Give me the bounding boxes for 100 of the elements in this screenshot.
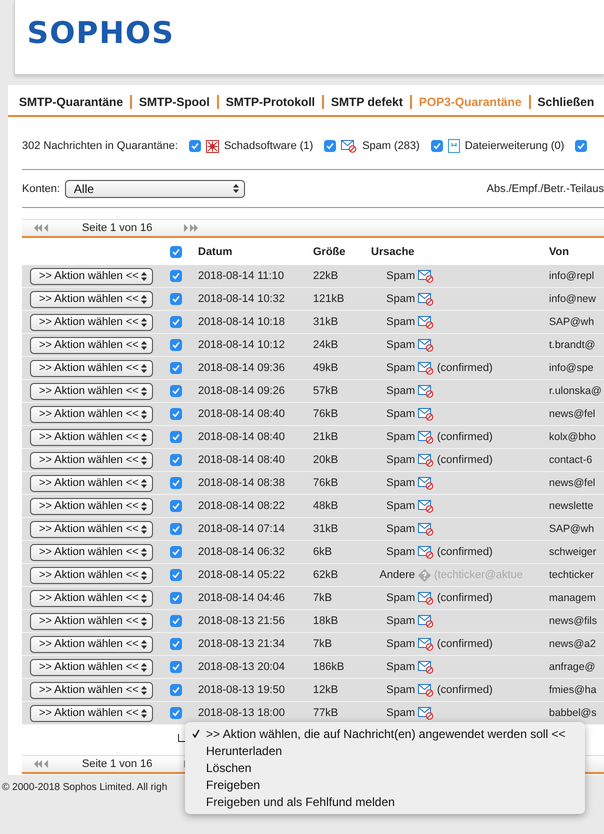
envelope-blocked-icon: [418, 384, 434, 398]
select-all-checkbox[interactable]: [170, 246, 182, 258]
row-checkbox[interactable]: [170, 638, 182, 650]
action-select[interactable]: >> Aktion wählen <<: [30, 636, 153, 652]
message-row[interactable]: >> Aktion wählen << 2018-08-14 10:32 121kB Spam info@new: [22, 288, 604, 311]
up-down-arrows-icon: [141, 594, 147, 602]
row-checkbox[interactable]: [170, 293, 182, 305]
up-down-arrows-icon: [141, 386, 147, 396]
message-row[interactable]: >> Aktion wählen << 2018-08-13 18:00 77kB Spam babbel@s: [22, 702, 604, 725]
action-select[interactable]: >> Aktion wählen <<: [30, 658, 153, 676]
filter-checkbox[interactable]: [324, 140, 336, 152]
sender-cell-text: news@fel: [549, 408, 596, 420]
message-row[interactable]: >> Aktion wählen << 2018-08-14 08:40 76kB Spam news@fel: [22, 403, 604, 426]
up-down-arrows-icon: [141, 318, 147, 326]
row-checkbox[interactable]: [170, 615, 182, 627]
menu-item[interactable]: Herunterladen: [185, 742, 585, 759]
reason-label: Spam: [385, 362, 415, 374]
row-checkbox[interactable]: [170, 385, 182, 397]
reason-label: Spam: [385, 339, 415, 351]
message-row[interactable]: >> Aktion wählen << 2018-08-14 08:40 20kB Spam (confirmed) contact-6: [22, 449, 604, 472]
action-select[interactable]: >> Aktion wählen <<: [30, 268, 153, 284]
message-row[interactable]: >> Aktion wählen << 2018-08-14 09:36 49kB Spam (confirmed) info@spe: [22, 357, 604, 380]
date-cell-text: 2018-08-14 04:46: [198, 592, 286, 604]
size-cell-text: 76kB: [313, 477, 340, 489]
action-select[interactable]: >> Aktion wählen <<: [30, 590, 153, 606]
menu-item[interactable]: >> Aktion wählen, die auf Nachricht(en) angewendet werden soll <<: [185, 725, 585, 742]
reason-label: Spam: [385, 523, 415, 535]
sender-cell-text: babbel@s: [549, 707, 598, 719]
date-cell-text: 2018-08-14 08:38: [198, 477, 286, 489]
message-row[interactable]: >> Aktion wählen << 2018-08-14 08:38 76kB Spam news@fel: [22, 472, 604, 495]
filter-checkbox[interactable]: [575, 140, 588, 152]
action-select[interactable]: >> Aktion wählen <<: [30, 682, 153, 698]
action-select[interactable]: >> Aktion wählen <<: [30, 428, 153, 446]
action-select[interactable]: >> Aktion wählen <<: [30, 290, 153, 308]
message-row[interactable]: >> Aktion wählen << 2018-08-13 20:04 186kB Spam anfrage@: [22, 656, 604, 679]
action-select[interactable]: >> Aktion wählen <<: [30, 498, 153, 514]
row-checkbox[interactable]: [170, 339, 182, 351]
message-row[interactable]: >> Aktion wählen << 2018-08-14 10:18 31kB Spam SAP@wh: [22, 311, 604, 334]
row-checkbox[interactable]: [170, 500, 182, 512]
size-cell-text: 57kB: [313, 385, 340, 397]
message-row[interactable]: >> Aktion wählen << 2018-08-14 04:46 7kB Spam (confirmed) managem: [22, 587, 604, 610]
action-select[interactable]: >> Aktion wählen <<: [30, 314, 153, 330]
message-row[interactable]: >> Aktion wählen << 2018-08-14 11:10 22kB Spam info@repl: [22, 265, 604, 288]
row-checkbox[interactable]: [170, 362, 182, 374]
reason-label: Spam: [385, 500, 415, 512]
row-checkbox[interactable]: [170, 431, 182, 443]
row-checkbox[interactable]: [170, 661, 182, 673]
action-select[interactable]: >> Aktion wählen <<: [30, 544, 153, 560]
accounts-select[interactable]: Alle: [64, 180, 245, 198]
message-row[interactable]: >> Aktion wählen << 2018-08-13 19:50 12kB Spam (confirmed) fmies@ha: [22, 679, 604, 702]
action-select[interactable]: >> Aktion wählen <<: [30, 360, 153, 376]
nav-tab[interactable]: SMTP-Quarantäne: [12, 95, 130, 109]
message-row[interactable]: >> Aktion wählen << 2018-08-14 07:14 31kB Spam SAP@wh: [22, 518, 604, 541]
row-checkbox[interactable]: [170, 546, 182, 558]
up-down-arrows-icon: [141, 364, 147, 372]
action-select[interactable]: >> Aktion wählen <<: [30, 704, 153, 722]
filter-checkbox[interactable]: [188, 140, 201, 152]
reason-label: Spam: [385, 684, 415, 696]
action-select[interactable]: >> Aktion wählen <<: [30, 474, 153, 492]
menu-item[interactable]: Freigeben und als Fehlfund melden: [185, 793, 585, 810]
row-checkbox[interactable]: [170, 316, 182, 328]
message-row[interactable]: >> Aktion wählen << 2018-08-14 06:32 6kB Spam (confirmed) schweiger: [22, 541, 604, 564]
action-select[interactable]: >> Aktion wählen <<: [30, 566, 153, 584]
nav-tab[interactable]: SMTP-Spool: [132, 95, 217, 109]
up-down-arrows-icon: [141, 478, 147, 488]
nav-tab[interactable]: Schließen: [530, 95, 602, 109]
action-select[interactable]: >> Aktion wählen <<: [30, 612, 153, 630]
row-checkbox[interactable]: [170, 408, 182, 420]
menu-item[interactable]: Löschen: [185, 759, 585, 776]
row-checkbox[interactable]: [170, 477, 182, 489]
message-row[interactable]: >> Aktion wählen << 2018-08-14 09:26 57kB Spam r.ulonska@: [22, 380, 604, 403]
size-cell-text: 7kB: [313, 638, 333, 650]
row-checkbox[interactable]: [170, 454, 182, 466]
action-select[interactable]: >> Aktion wählen <<: [30, 406, 153, 422]
reason-note: (confirmed): [437, 362, 493, 374]
menu-item[interactable]: Freigeben: [185, 776, 585, 793]
message-row[interactable]: >> Aktion wählen << 2018-08-14 10:12 24kB Spam t.brandt@: [22, 334, 604, 357]
row-checkbox[interactable]: [170, 684, 182, 696]
row-checkbox[interactable]: [170, 523, 182, 535]
nav-tab[interactable]: SMTP-Protokoll: [218, 95, 322, 109]
row-checkbox[interactable]: [170, 270, 182, 282]
message-row[interactable]: >> Aktion wählen << 2018-08-13 21:56 18kB Spam news@fils: [22, 610, 604, 633]
action-select[interactable]: >> Aktion wählen <<: [30, 520, 153, 538]
sender-cell-text: info@spe: [549, 362, 595, 374]
row-checkbox[interactable]: [170, 569, 182, 581]
sender-cell-text: t.brandt@: [549, 339, 596, 351]
action-select[interactable]: >> Aktion wählen <<: [30, 336, 153, 354]
row-checkbox[interactable]: [170, 707, 182, 719]
question-diamond-icon: [418, 568, 431, 582]
filter-checkbox[interactable]: [430, 140, 443, 152]
nav-tab[interactable]: SMTP defekt: [324, 95, 410, 109]
reason-label: Andere: [378, 569, 415, 581]
date-cell-text: 2018-08-13 20:04: [198, 661, 286, 673]
action-select[interactable]: >> Aktion wählen <<: [30, 452, 153, 468]
row-checkbox[interactable]: [170, 592, 182, 604]
date-cell-text: 2018-08-14 09:26: [198, 385, 286, 397]
action-select[interactable]: >> Aktion wählen <<: [30, 382, 153, 400]
message-row[interactable]: >> Aktion wählen << 2018-08-14 08:40 21kB Spam (confirmed) kolx@bho: [22, 426, 604, 449]
message-row[interactable]: >> Aktion wählen << 2018-08-13 21:34 7kB Spam (confirmed) news@a2: [22, 633, 604, 656]
message-row[interactable]: >> Aktion wählen << 2018-08-14 08:22 48kB Spam newslette: [22, 495, 604, 518]
